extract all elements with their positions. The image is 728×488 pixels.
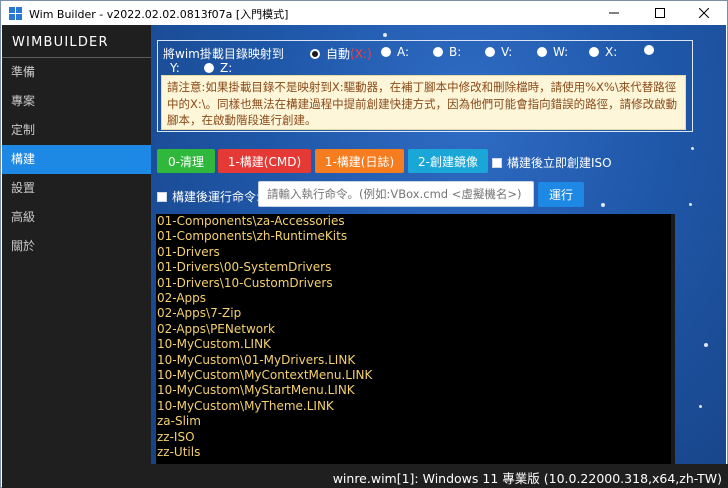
decor-dot (699, 405, 702, 408)
clean-button[interactable]: 0-清理 (157, 149, 215, 173)
list-item[interactable]: 10-MyCustom\MyContextMenu.LINK (156, 368, 671, 383)
radio-dot-icon (589, 47, 599, 57)
title-bar[interactable]: Wim Builder - v2022.02.02.0813f07a [入門模式… (1, 1, 727, 25)
minimize-icon (609, 12, 619, 14)
create-image-button[interactable]: 2-創建鏡像 (408, 149, 488, 173)
radio-dot-icon (644, 45, 654, 55)
radio-v[interactable]: V: (485, 45, 512, 59)
radio-w-label: W: (553, 45, 569, 59)
radio-dot-icon (537, 47, 547, 57)
create-iso-label: 構建後立即創建ISO (507, 156, 612, 170)
sidebar-item-about[interactable]: 關於 (2, 232, 151, 261)
minimize-button[interactable] (591, 1, 637, 25)
run-button[interactable]: 運行 (538, 182, 584, 207)
list-item[interactable]: 02-Apps\7-Zip (156, 306, 671, 321)
radio-dot-checked-icon (310, 48, 320, 59)
status-text: winre.wim[1]: Windows 11 專業版 (10.0.22000… (332, 471, 722, 486)
list-item[interactable]: 10-MyCustom\MyStartMenu.LINK (156, 383, 671, 398)
list-item[interactable]: 01-Components\za-Accessories (156, 214, 671, 229)
radio-y-label: Y: (170, 61, 180, 75)
decor-dot (383, 33, 387, 37)
radio-auto-label: 自動 (326, 47, 351, 61)
list-item[interactable]: zz-ISO (156, 430, 671, 445)
radio-b-label: B: (449, 45, 462, 59)
radio-dot-icon (485, 47, 495, 57)
checkbox-icon (492, 157, 502, 168)
list-item[interactable]: 10-MyCustom.LINK (156, 337, 671, 352)
sidebar-item-project[interactable]: 專案 (2, 87, 151, 116)
sidebar-item-customize[interactable]: 定制 (2, 116, 151, 145)
app-icon (9, 7, 22, 20)
app-window: Wim Builder - v2022.02.02.0813f07a [入門模式… (0, 0, 728, 488)
list-item[interactable]: za-Slim (156, 414, 671, 429)
radio-y[interactable] (644, 45, 660, 55)
radio-v-label: V: (501, 45, 513, 59)
build-cmd-button[interactable]: 1-構建(CMD) (218, 149, 311, 173)
radio-dot-icon (381, 47, 391, 57)
run-command-input[interactable] (258, 181, 534, 207)
radio-z-label: Z: (220, 61, 233, 75)
close-icon (699, 8, 709, 18)
radio-dot-icon (433, 47, 443, 57)
radio-z[interactable]: Z: (204, 61, 232, 75)
list-scrollbar[interactable] (671, 214, 675, 464)
decor-dot (601, 203, 605, 207)
list-item[interactable]: 10-MyCustom\MyTheme.LINK (156, 399, 671, 414)
radio-y-label-wrap[interactable]: Y: (170, 61, 180, 75)
list-item[interactable]: 02-Apps\PENetwork (156, 322, 671, 337)
list-item[interactable]: zz-Utils (156, 445, 671, 460)
radio-a-label: A: (397, 45, 410, 59)
list-item[interactable]: 01-Components\zh-RuntimeKits (156, 229, 671, 244)
radio-a[interactable]: A: (381, 45, 409, 59)
sidebar-item-settings[interactable]: 設置 (2, 174, 151, 203)
maximize-button[interactable] (637, 1, 683, 25)
build-panel: 將wim掛載目錄映射到 自動 (X:) A: B: V: W: X: Y: Z:… (151, 25, 726, 464)
close-button[interactable] (681, 1, 727, 25)
list-item[interactable]: 01-Drivers (156, 245, 671, 260)
list-item[interactable]: 10-MyCustom\01-MyDrivers.LINK (156, 353, 671, 368)
radio-x[interactable]: X: (589, 45, 617, 59)
build-log-button[interactable]: 1-構建(日誌) (315, 149, 404, 173)
radio-dot-icon (204, 63, 214, 73)
mount-mapping-label: 將wim掛載目錄映射到 (163, 47, 284, 61)
status-bar: winre.wim[1]: Windows 11 專業版 (10.0.22000… (2, 464, 728, 488)
decor-dot (704, 343, 708, 347)
sidebar: WIMBUILDER 準備 專案 定制 構建 設置 高級 關於 (2, 25, 151, 464)
list-item[interactable]: 01-Drivers\00-SystemDrivers (156, 260, 671, 275)
run-after-build-checkbox[interactable]: 構建後運行命令: (157, 188, 260, 205)
sidebar-item-advanced[interactable]: 高級 (2, 203, 151, 232)
create-iso-checkbox[interactable]: 構建後立即創建ISO (492, 154, 612, 171)
radio-auto-suffix: (X:) (350, 46, 372, 61)
list-item[interactable]: 01-Drivers\10-CustomDrivers (156, 276, 671, 291)
sidebar-item-build[interactable]: 構建 (2, 145, 151, 174)
radio-auto[interactable]: 自動 (X:) (310, 45, 372, 62)
checkbox-icon (157, 191, 167, 202)
radio-x-label: X: (605, 45, 618, 59)
maximize-icon (655, 8, 665, 18)
mount-warning-note: 請注意:如果掛載目錄不是映射到X:驅動器，在補丁腳本中修改和刪除檔時，請使用%X… (161, 75, 686, 130)
component-list[interactable]: 01-Components\za-Accessories 01-Componen… (156, 214, 671, 464)
brand-logo: WIMBUILDER (12, 35, 109, 50)
radio-b[interactable]: B: (433, 45, 461, 59)
decor-dot (689, 203, 692, 206)
run-after-build-label: 構建後運行命令: (172, 190, 261, 204)
radio-w[interactable]: W: (537, 45, 568, 59)
sidebar-item-prepare[interactable]: 準備 (2, 58, 151, 87)
window-title: Wim Builder - v2022.02.02.0813f07a [入門模式… (29, 8, 289, 21)
list-item[interactable]: 02-Apps (156, 291, 671, 306)
decor-dot (691, 147, 694, 150)
